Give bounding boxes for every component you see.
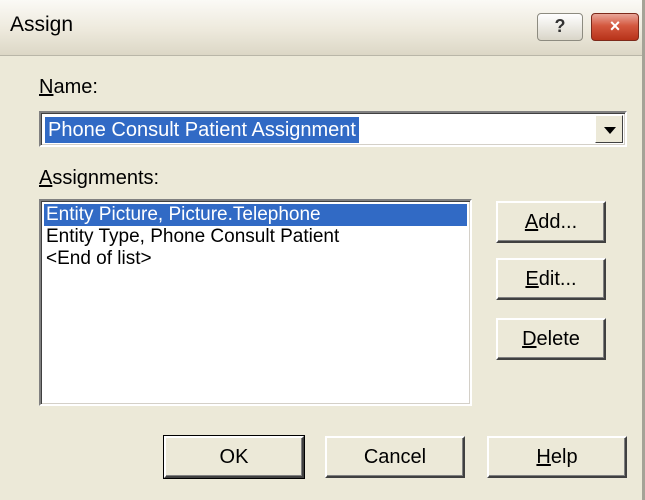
- assignments-listbox[interactable]: Entity Picture, Picture.Telephone Entity…: [39, 199, 472, 406]
- close-icon: ×: [609, 16, 621, 36]
- help-button[interactable]: Help: [487, 436, 627, 478]
- cancel-button[interactable]: Cancel: [325, 436, 465, 478]
- delete-button[interactable]: Delete: [496, 318, 606, 360]
- window-title: Assign: [10, 13, 74, 36]
- name-combobox-value[interactable]: Phone Consult Patient Assignment: [45, 117, 359, 143]
- edit-button[interactable]: Edit...: [496, 258, 606, 300]
- close-button[interactable]: ×: [591, 13, 639, 41]
- title-bar[interactable]: Assign ? ×: [0, 0, 642, 56]
- question-icon: ?: [554, 16, 566, 36]
- combobox-dropdown-button[interactable]: [595, 115, 623, 143]
- list-item[interactable]: Entity Picture, Picture.Telephone: [44, 204, 467, 226]
- list-item[interactable]: Entity Type, Phone Consult Patient: [44, 226, 467, 248]
- name-combobox[interactable]: Phone Consult Patient Assignment: [39, 111, 627, 147]
- assignments-label: Assignments:: [39, 167, 160, 189]
- help-title-button[interactable]: ?: [537, 13, 583, 41]
- assign-dialog: Assign ? × Name: Phone Consult Patient A…: [0, 0, 645, 500]
- add-button[interactable]: Add...: [496, 201, 606, 243]
- list-item[interactable]: <End of list>: [44, 248, 467, 270]
- ok-button[interactable]: OK: [163, 435, 305, 479]
- chevron-down-icon: [604, 127, 616, 134]
- name-label: Name:: [39, 76, 98, 98]
